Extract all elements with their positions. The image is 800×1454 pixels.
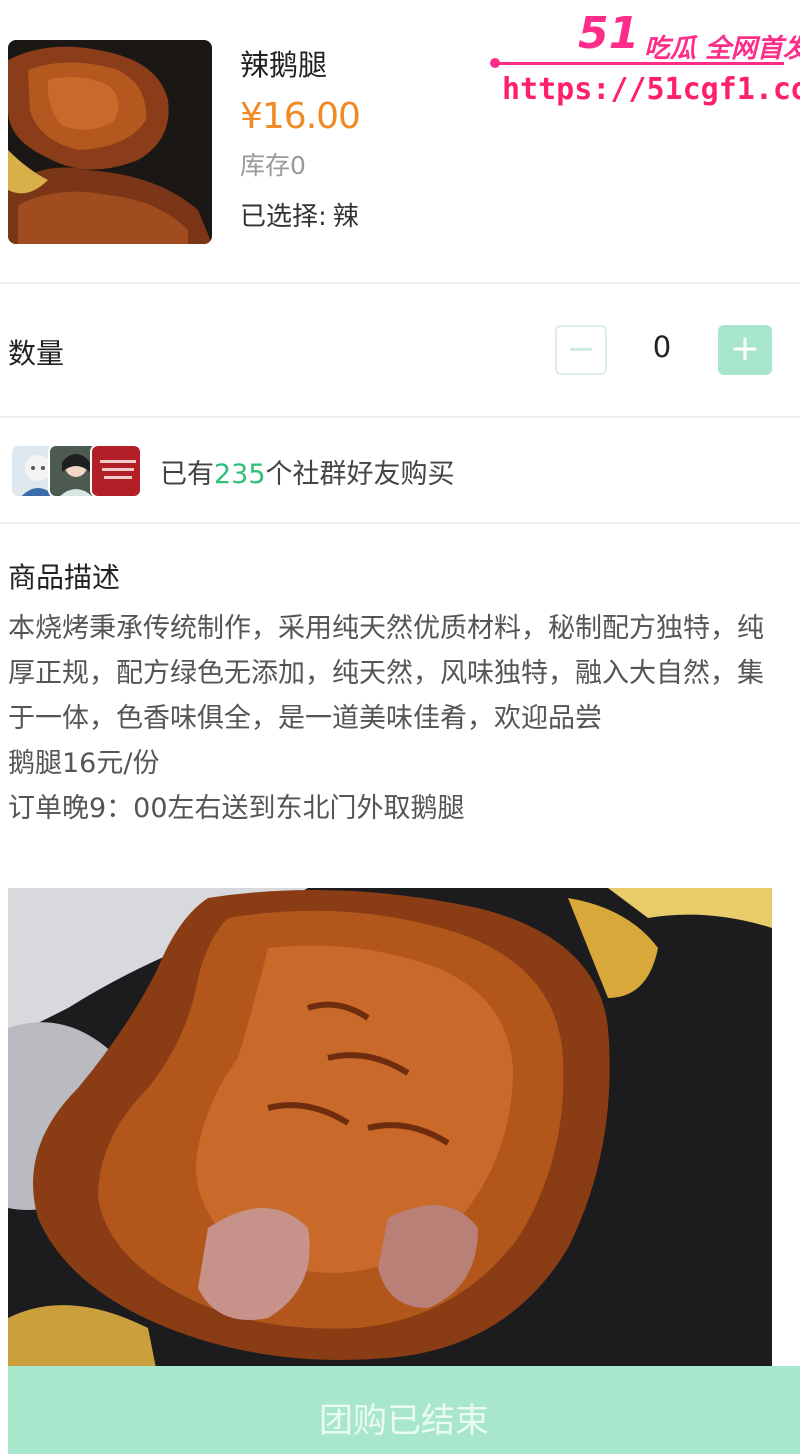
watermark-number: 51 [578, 8, 640, 59]
divider [0, 522, 800, 524]
watermark-line [494, 62, 784, 65]
buyers-suffix: 个社群好友购买 [265, 459, 455, 490]
quantity-plus-button[interactable]: + [718, 325, 772, 375]
quantity-label: 数量 [8, 337, 65, 370]
watermark: 51 吃瓜 全网首发 https://51cgf1.com [490, 8, 800, 118]
selected-value: 辣 [332, 202, 359, 232]
group-buy-ended-button[interactable]: 团购已结束 [8, 1366, 800, 1454]
buyers-count: 235 [214, 459, 266, 490]
description-line: 鹅腿16元/份 [8, 748, 160, 779]
description-line: 订单晚9：00左右送到东北门外取鹅腿 [8, 793, 465, 824]
divider [0, 416, 800, 418]
divider [0, 282, 800, 284]
watermark-url: https://51cgf1.com [502, 72, 800, 107]
description-body: 本烧烤秉承传统制作，采用纯天然优质材料，秘制配方独特，纯厚正规，配方绿色无添加，… [8, 606, 778, 831]
buyers-text: 已有235个社群好友购买 [160, 452, 455, 491]
product-price: ¥16.00 [240, 96, 361, 137]
product-stock: 库存0 [240, 151, 306, 180]
minus-icon: − [566, 329, 596, 369]
description-title: 商品描述 [8, 561, 121, 594]
product-thumbnail[interactable] [8, 40, 212, 244]
buyer-avatars [10, 444, 142, 498]
quantity-value: 0 [652, 330, 672, 364]
quantity-minus-button[interactable]: − [555, 325, 607, 375]
product-photo[interactable] [8, 888, 772, 1378]
selected-label: 已选择: [240, 202, 327, 232]
description-line: 本烧烤秉承传统制作，采用纯天然优质材料，秘制配方独特，纯厚正规，配方绿色无添加，… [8, 613, 764, 734]
selected-option: 已选择: 辣 [240, 196, 359, 233]
plus-icon: + [729, 328, 761, 369]
buyers-prefix: 已有 [160, 459, 214, 490]
watermark-slogan: 吃瓜 全网首发 [644, 34, 800, 64]
avatar [90, 444, 142, 498]
product-name: 辣鹅腿 [240, 48, 328, 82]
